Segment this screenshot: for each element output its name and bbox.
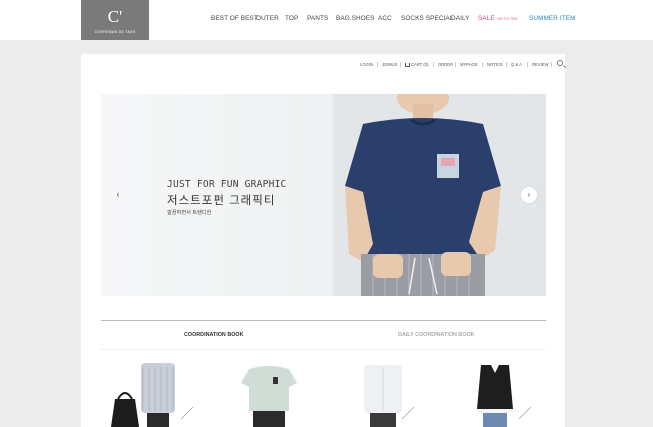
nav-best-of-best[interactable]: BEST OF BEST: [211, 15, 258, 22]
divider: [482, 62, 483, 67]
tab-divider: [101, 349, 546, 350]
nav-sale[interactable]: SALE~UP TO 70%: [478, 15, 517, 22]
outfit-white-shirt: [364, 365, 415, 427]
search-icon[interactable]: [557, 60, 563, 66]
nav-socks-special[interactable]: SOCKS SPECIAL: [401, 15, 453, 22]
outfit-striped-shirt-tote: [111, 363, 194, 427]
cart-link[interactable]: CART (0): [405, 62, 429, 67]
outfit-black-vest: [477, 365, 532, 427]
coordination-item-2[interactable]: [221, 359, 321, 427]
divider: [433, 62, 434, 67]
join-link[interactable]: JOINUS: [382, 62, 397, 67]
nav-top[interactable]: TOP: [285, 15, 298, 22]
divider: [377, 62, 378, 67]
login-link[interactable]: LOGIN: [360, 62, 373, 67]
next-slide-arrow-icon[interactable]: ›: [521, 187, 537, 203]
notice-link[interactable]: NOTICE: [487, 62, 503, 67]
nav-summer-item[interactable]: SUMMER ITEM: [529, 15, 576, 22]
order-link[interactable]: ORDER: [438, 62, 453, 67]
divider: [527, 62, 528, 67]
divider: [551, 62, 552, 67]
mypage-link[interactable]: MYPAGE: [460, 62, 478, 67]
nav-bag-shoes[interactable]: BAG.SHOES: [336, 15, 375, 22]
main-banner[interactable]: JUST FOR FUN GRAPHIC 저스트포펀 그래픽티 깔끔하면서 트렌…: [101, 94, 546, 296]
outfit-mint-tee: [241, 366, 297, 427]
nav-daily[interactable]: DAILY: [451, 15, 470, 22]
nav-acc[interactable]: ACC: [378, 15, 392, 22]
divider: [455, 62, 456, 67]
banner-korean-title: 저스트포펀 그래픽티: [167, 195, 276, 207]
nav-outer[interactable]: OUTER: [256, 15, 279, 22]
divider: [506, 62, 507, 67]
utility-navigation: LOGIN JOINUS CART (0) ORDER MYPAGE NOTIC…: [81, 60, 565, 70]
qna-link[interactable]: Q & A: [511, 62, 522, 67]
nav-sale-note: ~UP TO 70%: [495, 17, 518, 21]
nav-pants[interactable]: PANTS: [307, 15, 328, 22]
banner-model-photo: [333, 94, 513, 296]
coordination-tabs: COORDINATION BOOK DAILY COORDINATION BOO…: [101, 320, 546, 350]
coordination-item-3[interactable]: [334, 359, 434, 427]
coordination-item-4[interactable]: [447, 359, 547, 427]
main-navigation: BEST OF BEST OUTER TOP PANTS BAG.SHOES A…: [0, 15, 653, 25]
review-link[interactable]: REVIEW: [532, 62, 549, 67]
nav-sale-label: SALE: [478, 15, 495, 22]
cart-icon: [405, 62, 410, 67]
divider: [400, 62, 401, 67]
tab-daily-coordination-book[interactable]: DAILY COORDINATION BOOK: [398, 332, 475, 338]
coordination-item-1[interactable]: [107, 359, 207, 427]
content-panel: LOGIN JOINUS CART (0) ORDER MYPAGE NOTIC…: [81, 54, 565, 427]
banner-subtitle: 깔끔하면서 트렌디한: [167, 210, 212, 216]
logo-tagline: CORREMAN DE TASS: [94, 30, 136, 34]
banner-title: JUST FOR FUN GRAPHIC: [167, 179, 287, 190]
prev-slide-arrow-icon[interactable]: ‹: [113, 189, 123, 199]
top-header: C' CORREMAN DE TASS BEST OF BEST OUTER T…: [0, 0, 653, 40]
cart-label: CART (0): [411, 62, 429, 67]
tab-coordination-book[interactable]: COORDINATION BOOK: [184, 332, 244, 338]
